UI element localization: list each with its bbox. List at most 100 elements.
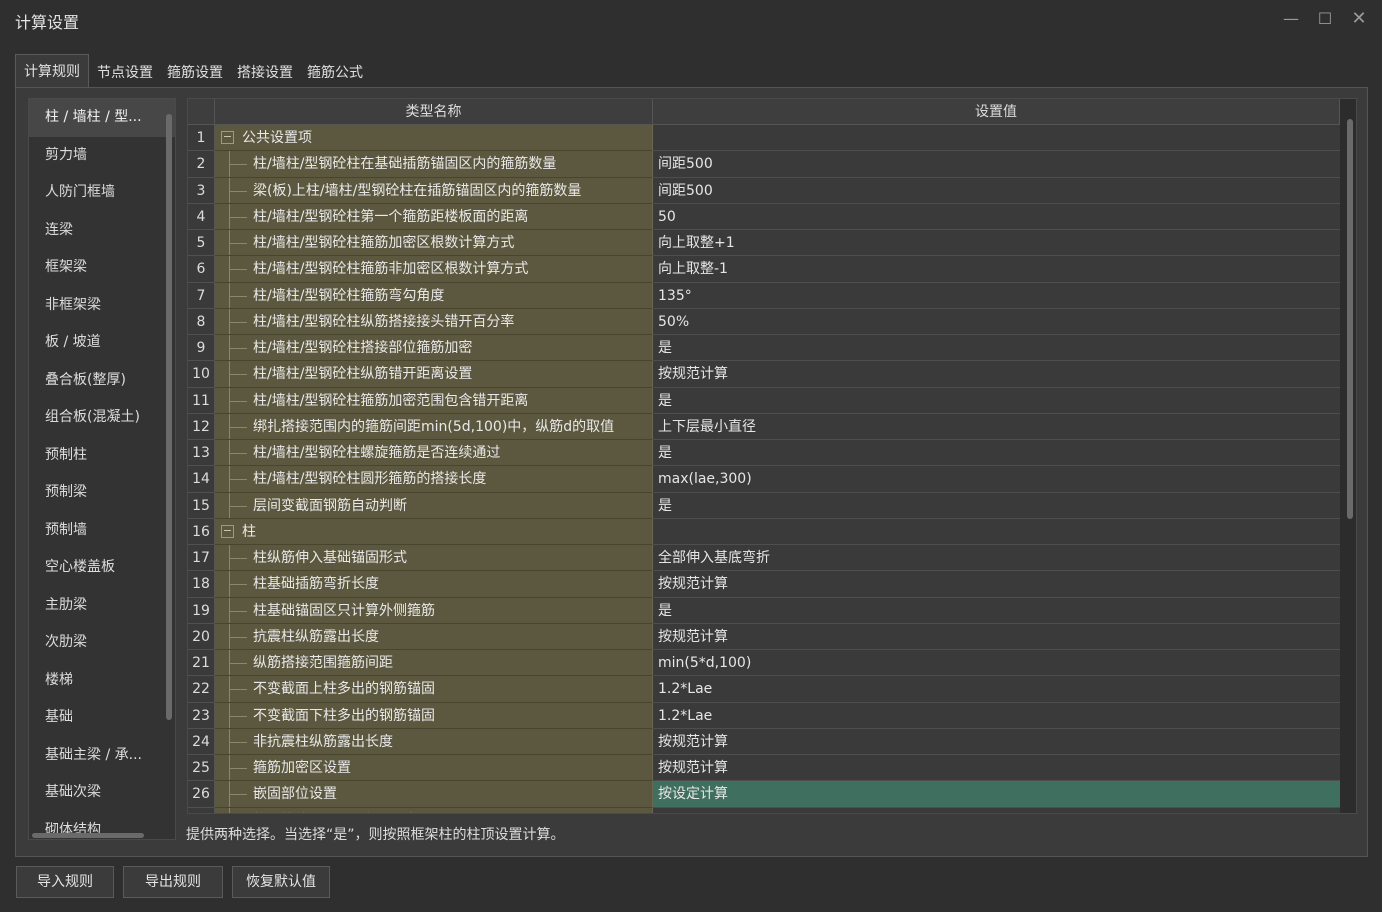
- setting-value-cell[interactable]: 135°: [653, 282, 1340, 309]
- setting-value-cell[interactable]: max(lae,300): [653, 466, 1340, 493]
- table-row[interactable]: 11 柱/墙柱/型钢砼柱箍筋加密范围包含错开距离 是: [188, 387, 1340, 414]
- table-row[interactable]: 6 柱/墙柱/型钢砼柱箍筋非加密区根数计算方式 向上取整-1: [188, 256, 1340, 283]
- table-row[interactable]: 8 柱/墙柱/型钢砼柱纵筋搭接接头错开百分率 50%: [188, 308, 1340, 335]
- table-row[interactable]: 14 柱/墙柱/型钢砼柱圆形箍筋的搭接长度 max(lae,300): [188, 466, 1340, 493]
- type-name-cell[interactable]: 柱/墙柱/型钢砼柱纵筋搭接接头错开百分率: [215, 308, 653, 335]
- sidebar-item-foundation[interactable]: 基础: [29, 699, 175, 737]
- setting-value-cell[interactable]: 按规范计算: [653, 361, 1340, 388]
- table-row[interactable]: 25 箍筋加密区设置 按规范计算: [188, 755, 1340, 782]
- sidebar-item-stair[interactable]: 楼梯: [29, 662, 175, 700]
- type-name-cell[interactable]: 柱/墙柱/型钢砼柱箍筋加密区根数计算方式: [215, 230, 653, 257]
- table-row[interactable]: 22 不变截面上柱多出的钢筋锚固 1.2*Lae: [188, 676, 1340, 703]
- sidebar-item-coupling-beam[interactable]: 连梁: [29, 212, 175, 250]
- setting-value-cell[interactable]: [653, 518, 1340, 545]
- type-name-cell[interactable]: 柱/墙柱/型钢砼柱在基础插筋锚固区内的箍筋数量: [215, 151, 653, 178]
- setting-value-cell[interactable]: 间距500: [653, 151, 1340, 178]
- table-group-row[interactable]: 16− 柱: [188, 518, 1340, 545]
- type-name-cell[interactable]: 抗震柱纵筋露出长度: [215, 623, 653, 650]
- tab-stirrup-settings[interactable]: 箍筋设置: [161, 59, 229, 88]
- setting-value-cell[interactable]: 向上取整+1: [653, 230, 1340, 257]
- restore-defaults-button[interactable]: 恢复默认值: [232, 866, 330, 898]
- sidebar-item-column[interactable]: 柱 / 墙柱 / 型...: [29, 99, 175, 137]
- sidebar-horizontal-scrollbar[interactable]: [32, 833, 144, 838]
- setting-value-cell[interactable]: 是: [653, 597, 1340, 624]
- type-name-cell[interactable]: 柱/墙柱/型钢砼柱螺旋箍筋是否连续通过: [215, 440, 653, 467]
- sidebar-scrollbar[interactable]: [166, 114, 172, 720]
- table-group-row[interactable]: 1− 公共设置项: [188, 125, 1340, 152]
- table-row[interactable]: 20 抗震柱纵筋露出长度 按规范计算: [188, 623, 1340, 650]
- setting-value-cell[interactable]: 按规范计算: [653, 571, 1340, 598]
- table-row[interactable]: 13 柱/墙柱/型钢砼柱螺旋箍筋是否连续通过 是: [188, 440, 1340, 467]
- table-row[interactable]: 9 柱/墙柱/型钢砼柱搭接部位箍筋加密 是: [188, 335, 1340, 362]
- collapse-icon[interactable]: −: [221, 524, 234, 538]
- export-rules-button[interactable]: 导出规则: [123, 866, 223, 898]
- setting-value-cell[interactable]: 1.2*Lae: [653, 676, 1340, 703]
- tab-calc-rules[interactable]: 计算规则: [15, 54, 89, 88]
- type-name-cell[interactable]: 柱基础插筋弯折长度: [215, 571, 653, 598]
- type-name-cell[interactable]: 柱/墙柱/型钢砼柱搭接部位箍筋加密: [215, 335, 653, 362]
- setting-value-cell[interactable]: 1.2*Lae: [653, 702, 1340, 729]
- type-name-cell[interactable]: 柱纵筋伸入基础锚固形式: [215, 545, 653, 572]
- type-name-cell[interactable]: 不变截面上柱多出的钢筋锚固: [215, 676, 653, 703]
- table-row[interactable]: 27 柱纵筋伸入上层顶板锚固长度 按设定计算: [188, 807, 1340, 813]
- table-row[interactable]: 5 柱/墙柱/型钢砼柱箍筋加密区根数计算方式 向上取整+1: [188, 230, 1340, 257]
- table-row[interactable]: 21 纵筋搭接范围箍筋间距 min(5*d,100): [188, 650, 1340, 677]
- sidebar-item-civil-defense-door-wall[interactable]: 人防门框墙: [29, 174, 175, 212]
- setting-value-cell[interactable]: 是: [653, 440, 1340, 467]
- setting-value-cell[interactable]: 上下层最小直径: [653, 413, 1340, 440]
- table-row[interactable]: 15 层间变截面钢筋自动判断 是: [188, 492, 1340, 519]
- table-row[interactable]: 24 非抗震柱纵筋露出长度 按规范计算: [188, 728, 1340, 755]
- collapse-icon[interactable]: −: [221, 131, 234, 144]
- setting-value-cell[interactable]: 按设定计算: [653, 807, 1340, 813]
- sidebar-item-foundation-main-beam[interactable]: 基础主梁 / 承...: [29, 737, 175, 775]
- tab-stirrup-formula[interactable]: 箍筋公式: [301, 59, 369, 88]
- sidebar-item-shear-wall[interactable]: 剪力墙: [29, 137, 175, 175]
- sidebar-item-composite-slab-full[interactable]: 叠合板(整厚): [29, 362, 175, 400]
- setting-value-cell[interactable]: 按规范计算: [653, 728, 1340, 755]
- table-row[interactable]: 23 不变截面下柱多出的钢筋锚固 1.2*Lae: [188, 702, 1340, 729]
- table-row[interactable]: 2 柱/墙柱/型钢砼柱在基础插筋锚固区内的箍筋数量 间距500: [188, 151, 1340, 178]
- type-name-cell[interactable]: 柱/墙柱/型钢砼柱纵筋错开距离设置: [215, 361, 653, 388]
- sidebar-item-frame-beam[interactable]: 框架梁: [29, 249, 175, 287]
- grid-scrollbar[interactable]: [1347, 119, 1353, 519]
- tab-node-settings[interactable]: 节点设置: [91, 59, 159, 88]
- sidebar-item-precast-wall[interactable]: 预制墙: [29, 512, 175, 550]
- table-row[interactable]: 26 嵌固部位设置 按设定计算: [188, 781, 1340, 808]
- type-name-cell[interactable]: 纵筋搭接范围箍筋间距: [215, 650, 653, 677]
- setting-value-cell[interactable]: 50%: [653, 308, 1340, 335]
- minimize-icon[interactable]: —: [1280, 8, 1302, 30]
- type-name-cell[interactable]: 柱/墙柱/型钢砼柱第一个箍筋距楼板面的距离: [215, 203, 653, 230]
- setting-value-cell[interactable]: min(5*d,100): [653, 650, 1340, 677]
- sidebar-item-precast-beam[interactable]: 预制梁: [29, 474, 175, 512]
- type-name-cell[interactable]: 非抗震柱纵筋露出长度: [215, 728, 653, 755]
- type-name-cell[interactable]: 柱/墙柱/型钢砼柱箍筋弯勾角度: [215, 282, 653, 309]
- type-name-cell[interactable]: − 公共设置项: [215, 125, 653, 152]
- setting-value-cell[interactable]: [653, 125, 1340, 152]
- sidebar-item-slab-ramp[interactable]: 板 / 坡道: [29, 324, 175, 362]
- setting-value-cell[interactable]: 全部伸入基底弯折: [653, 545, 1340, 572]
- setting-value-cell[interactable]: 是: [653, 387, 1340, 414]
- type-name-cell[interactable]: 嵌固部位设置: [215, 781, 653, 808]
- table-row[interactable]: 3 梁(板)上柱/墙柱/型钢砼柱在插筋锚固区内的箍筋数量 间距500: [188, 177, 1340, 204]
- sidebar-item-non-frame-beam[interactable]: 非框架梁: [29, 287, 175, 325]
- setting-value-cell[interactable]: 按规范计算: [653, 755, 1340, 782]
- table-row[interactable]: 10 柱/墙柱/型钢砼柱纵筋错开距离设置 按规范计算: [188, 361, 1340, 388]
- sidebar-item-precast-column[interactable]: 预制柱: [29, 437, 175, 475]
- setting-value-cell[interactable]: 按设定计算: [653, 781, 1340, 808]
- setting-value-cell[interactable]: 是: [653, 335, 1340, 362]
- type-name-cell[interactable]: 柱/墙柱/型钢砼柱箍筋非加密区根数计算方式: [215, 256, 653, 283]
- table-row[interactable]: 12 绑扎搭接范围内的箍筋间距min(5d,100)中，纵筋d的取值 上下层最小直径: [188, 413, 1340, 440]
- setting-value-cell[interactable]: 50: [653, 203, 1340, 230]
- table-row[interactable]: 4 柱/墙柱/型钢砼柱第一个箍筋距楼板面的距离 50: [188, 203, 1340, 230]
- type-name-cell[interactable]: 梁(板)上柱/墙柱/型钢砼柱在插筋锚固区内的箍筋数量: [215, 177, 653, 204]
- setting-value-cell[interactable]: 是: [653, 492, 1340, 519]
- type-name-cell[interactable]: 层间变截面钢筋自动判断: [215, 492, 653, 519]
- sidebar-item-hollow-floor-slab[interactable]: 空心楼盖板: [29, 549, 175, 587]
- type-name-cell[interactable]: 柱纵筋伸入上层顶板锚固长度: [215, 807, 653, 813]
- setting-value-cell[interactable]: 按规范计算: [653, 623, 1340, 650]
- type-name-cell[interactable]: 不变截面下柱多出的钢筋锚固: [215, 702, 653, 729]
- table-row[interactable]: 17 柱纵筋伸入基础锚固形式 全部伸入基底弯折: [188, 545, 1340, 572]
- sidebar-item-secondary-rib-beam[interactable]: 次肋梁: [29, 624, 175, 662]
- table-row[interactable]: 18 柱基础插筋弯折长度 按规范计算: [188, 571, 1340, 598]
- type-name-cell[interactable]: 绑扎搭接范围内的箍筋间距min(5d,100)中，纵筋d的取值: [215, 413, 653, 440]
